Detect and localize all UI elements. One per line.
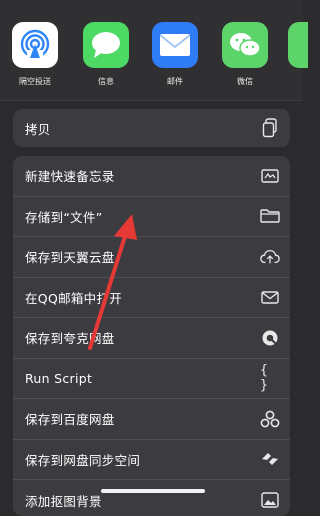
image-icon (260, 490, 280, 510)
mail-icon (152, 22, 198, 68)
action-run-script[interactable]: Run Script { } (13, 359, 290, 399)
envelope-icon (260, 287, 280, 307)
actions-card: 新建快速备忘录 存储到“文件” 保存到天翼云盘 在QQ邮箱中打开 保存到夸克网盘… (13, 156, 290, 516)
action-add-cutout-background[interactable]: 添加抠图背景 (13, 480, 290, 516)
divider (0, 100, 303, 101)
quick-note-icon (260, 166, 280, 186)
action-label: 保存到网盘同步空间 (25, 452, 141, 468)
braces-icon: { } (260, 363, 268, 394)
folder-icon (260, 206, 280, 226)
app-messages[interactable]: 信息 (81, 22, 131, 87)
action-tianyi-cloud[interactable]: 保存到天翼云盘 (13, 237, 290, 278)
airdrop-icon (12, 22, 58, 68)
action-label: 存储到“文件” (25, 209, 103, 225)
app-more-partial[interactable] (288, 22, 308, 68)
action-open-in-qq-mail[interactable]: 在QQ邮箱中打开 (13, 278, 290, 318)
copy-action[interactable]: 拷贝 (13, 109, 290, 147)
baidu-netdisk-icon (260, 409, 280, 429)
action-label: 保存到天翼云盘 (25, 250, 115, 266)
app-label: 微信 (237, 77, 253, 86)
action-label: 新建快速备忘录 (25, 169, 115, 185)
action-save-to-files[interactable]: 存储到“文件” (13, 197, 290, 237)
action-baidu-netdisk[interactable]: 保存到百度网盘 (13, 399, 290, 440)
app-partial-icon (288, 22, 308, 68)
action-quark-netdisk[interactable]: 保存到夸克网盘 (13, 318, 290, 359)
cloud-upload-icon (260, 247, 280, 267)
share-apps-row: 隔空投送 信息 邮件 微信 (0, 0, 308, 100)
app-wechat[interactable]: 微信 (220, 22, 270, 87)
app-label: 信息 (98, 77, 114, 86)
action-label: 添加抠图背景 (25, 493, 102, 509)
copy-icon (260, 118, 280, 138)
messages-icon (83, 22, 129, 68)
copy-card: 拷贝 (13, 109, 290, 147)
home-indicator (101, 489, 205, 493)
action-label: 保存到百度网盘 (25, 412, 115, 428)
wechat-icon (222, 22, 268, 68)
action-label: Run Script (25, 370, 93, 386)
action-quick-note[interactable]: 新建快速备忘录 (13, 156, 290, 197)
app-label: 邮件 (167, 77, 183, 86)
copy-label: 拷贝 (25, 121, 51, 137)
sync-space-icon (260, 449, 280, 469)
action-label: 在QQ邮箱中打开 (25, 290, 123, 306)
app-airdrop[interactable]: 隔空投送 (10, 22, 60, 87)
app-label: 隔空投送 (19, 77, 51, 86)
quark-icon (260, 328, 280, 348)
action-label: 保存到夸克网盘 (25, 331, 115, 347)
app-mail[interactable]: 邮件 (150, 22, 200, 87)
action-sync-space[interactable]: 保存到网盘同步空间 (13, 440, 290, 480)
